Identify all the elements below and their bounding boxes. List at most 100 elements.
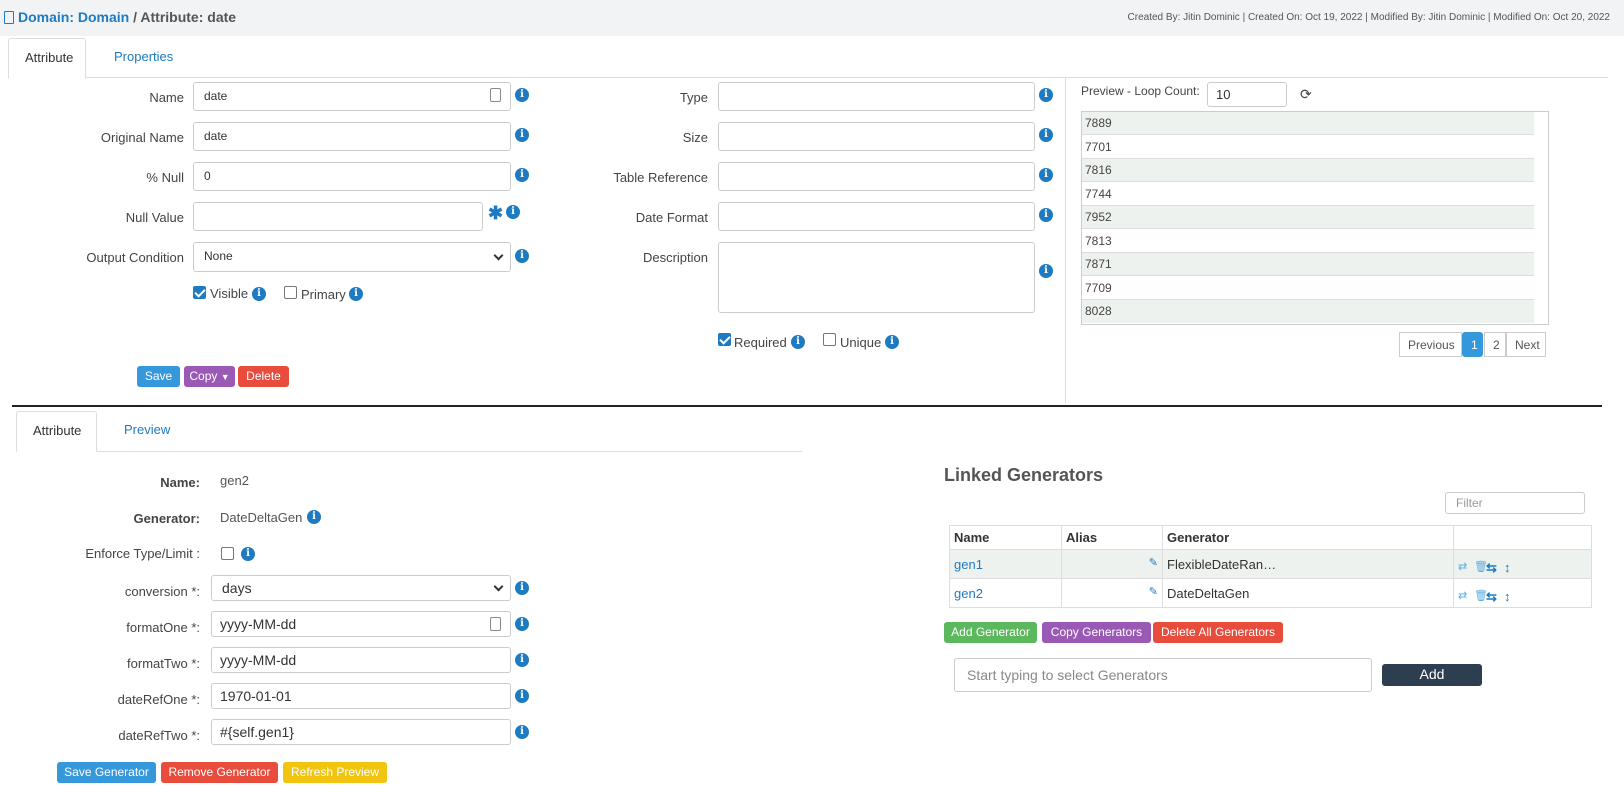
delete-all-generators-button[interactable]: Delete All Generators <box>1153 622 1283 643</box>
add-button[interactable]: Add <box>1382 664 1482 686</box>
generator-type-label: Generator: <box>133 511 200 526</box>
copy-dropdown-button[interactable]: Copy ▼ <box>184 366 235 387</box>
visible-checkbox[interactable] <box>193 286 206 299</box>
attribute-title: Attribute: date <box>140 9 237 25</box>
info-icon[interactable]: i <box>1039 88 1053 102</box>
info-icon[interactable]: i <box>515 581 529 595</box>
info-icon[interactable]: i <box>252 287 266 301</box>
contact-card-icon <box>490 88 501 102</box>
pager-next[interactable]: Next <box>1506 332 1546 357</box>
info-icon[interactable]: i <box>1039 128 1053 142</box>
type-input[interactable] <box>718 82 1035 111</box>
tab-generator-attribute[interactable]: Attribute <box>16 411 97 452</box>
pager-previous[interactable]: Previous <box>1399 332 1462 357</box>
save-generator-button[interactable]: Save Generator <box>57 762 156 783</box>
generator-name-label: Name: <box>160 475 200 490</box>
remove-generator-button[interactable]: Remove Generator <box>161 762 278 783</box>
sort-vertical-icon[interactable]: ↕ <box>1504 560 1514 575</box>
info-icon[interactable]: i <box>1039 208 1053 222</box>
date-ref-one-input[interactable]: 1970-01-01 <box>211 683 511 709</box>
exchange-icon[interactable]: ⇆ <box>1486 589 1502 604</box>
info-icon[interactable]: i <box>515 653 529 667</box>
section-separator <box>12 405 1602 407</box>
size-input[interactable] <box>718 122 1035 151</box>
info-icon[interactable]: i <box>515 249 529 263</box>
description-textarea[interactable] <box>718 242 1035 313</box>
refresh-preview-button[interactable]: Refresh Preview <box>283 762 387 783</box>
null-value-input[interactable] <box>193 202 483 231</box>
pager-page-1[interactable]: 1 <box>1462 332 1483 357</box>
info-icon[interactable]: i <box>506 205 520 219</box>
conversion-select[interactable]: days <box>211 575 511 601</box>
info-icon[interactable]: i <box>307 510 321 524</box>
refresh-icon[interactable]: ⟳ <box>1300 86 1312 103</box>
info-icon[interactable]: i <box>515 168 529 182</box>
info-icon[interactable]: i <box>515 725 529 739</box>
column-header-generator[interactable]: Generator <box>1162 525 1454 550</box>
tab-properties[interactable]: Properties <box>98 38 193 78</box>
original-name-label: Original Name <box>100 130 184 145</box>
preview-table: 7889 7701 7816 7744 7952 7813 7871 7709 … <box>1081 111 1549 325</box>
info-icon[interactable]: i <box>791 335 805 349</box>
info-icon[interactable]: i <box>515 128 529 142</box>
info-icon[interactable]: i <box>1039 264 1053 278</box>
generator-value: DateDeltaGen <box>1167 585 1250 601</box>
add-generator-button[interactable]: Add Generator <box>944 622 1037 643</box>
filter-input[interactable]: Filter <box>1445 492 1585 514</box>
info-icon[interactable]: i <box>885 335 899 349</box>
column-header-name[interactable]: Name <box>949 525 1062 550</box>
info-icon[interactable]: i <box>241 547 255 561</box>
format-two-input[interactable]: yyyy-MM-dd <box>211 647 511 673</box>
trash-icon[interactable]: 🗑 <box>1474 589 1488 602</box>
edit-pencil-icon[interactable]: ✎ <box>1149 556 1158 569</box>
null-percent-label: % Null <box>146 170 184 185</box>
copy-generators-button[interactable]: Copy Generators <box>1042 622 1151 643</box>
unique-checkbox[interactable] <box>823 333 836 346</box>
pager-page-2[interactable]: 2 <box>1484 332 1506 357</box>
generator-name-link[interactable]: gen2 <box>954 586 983 601</box>
generator-select-input[interactable]: Start typing to select Generators <box>954 658 1372 692</box>
swap-icon[interactable]: ⇄ <box>1458 589 1472 602</box>
domain-link[interactable]: Domain: Domain <box>18 9 129 25</box>
required-checkbox[interactable] <box>718 333 731 346</box>
tab-generator-preview[interactable]: Preview <box>108 411 188 451</box>
info-icon[interactable]: i <box>1039 168 1053 182</box>
table-row: gen1 ✎ FlexibleDateRan… ⇄ 🗑⇆ ↕ <box>949 549 1592 579</box>
name-input[interactable]: date <box>193 82 511 111</box>
primary-checkbox[interactable] <box>284 286 297 299</box>
generator-name-link[interactable]: gen1 <box>954 557 983 572</box>
linked-generators-table: Name Alias Generator gen1 ✎ FlexibleDate… <box>949 525 1592 608</box>
info-icon[interactable]: i <box>515 689 529 703</box>
trash-icon[interactable]: 🗑 <box>1474 560 1488 573</box>
format-one-input[interactable]: yyyy-MM-dd <box>211 611 511 637</box>
conversion-value: days <box>222 580 252 596</box>
null-percent-input[interactable]: 0 <box>193 162 511 191</box>
original-name-input[interactable]: date <box>193 122 511 151</box>
output-condition-select[interactable]: None <box>193 242 511 272</box>
delete-button[interactable]: Delete <box>238 366 289 387</box>
chevron-down-icon <box>493 581 504 592</box>
column-header-alias[interactable]: Alias <box>1061 525 1163 550</box>
date-format-label: Date Format <box>635 210 708 225</box>
tab-attribute[interactable]: Attribute <box>8 38 86 79</box>
enforce-checkbox[interactable] <box>221 547 234 560</box>
loop-count-input[interactable]: 10 <box>1207 82 1287 107</box>
exchange-icon[interactable]: ⇆ <box>1486 560 1502 575</box>
loop-count-label: Preview - Loop Count: <box>1081 84 1200 98</box>
swap-icon[interactable]: ⇄ <box>1458 560 1472 573</box>
edit-pencil-icon[interactable]: ✎ <box>1149 585 1158 598</box>
type-label: Type <box>679 90 708 105</box>
top-tabs: Attribute Properties <box>8 38 1608 79</box>
sort-vertical-icon[interactable]: ↕ <box>1504 589 1514 604</box>
info-icon[interactable]: i <box>515 88 529 102</box>
column-header-actions <box>1453 525 1592 550</box>
required-label: Required <box>734 335 787 350</box>
info-icon[interactable]: i <box>349 287 363 301</box>
date-ref-two-input[interactable]: #{self.gen1} <box>211 719 511 745</box>
info-icon[interactable]: i <box>515 617 529 631</box>
save-button[interactable]: Save <box>137 366 180 387</box>
table-reference-input[interactable] <box>718 162 1035 191</box>
date-format-input[interactable] <box>718 202 1035 231</box>
breadcrumb: Domain: Domain / Attribute: date <box>4 9 236 25</box>
date-ref-one-label: dateRefOne *: <box>117 692 200 707</box>
